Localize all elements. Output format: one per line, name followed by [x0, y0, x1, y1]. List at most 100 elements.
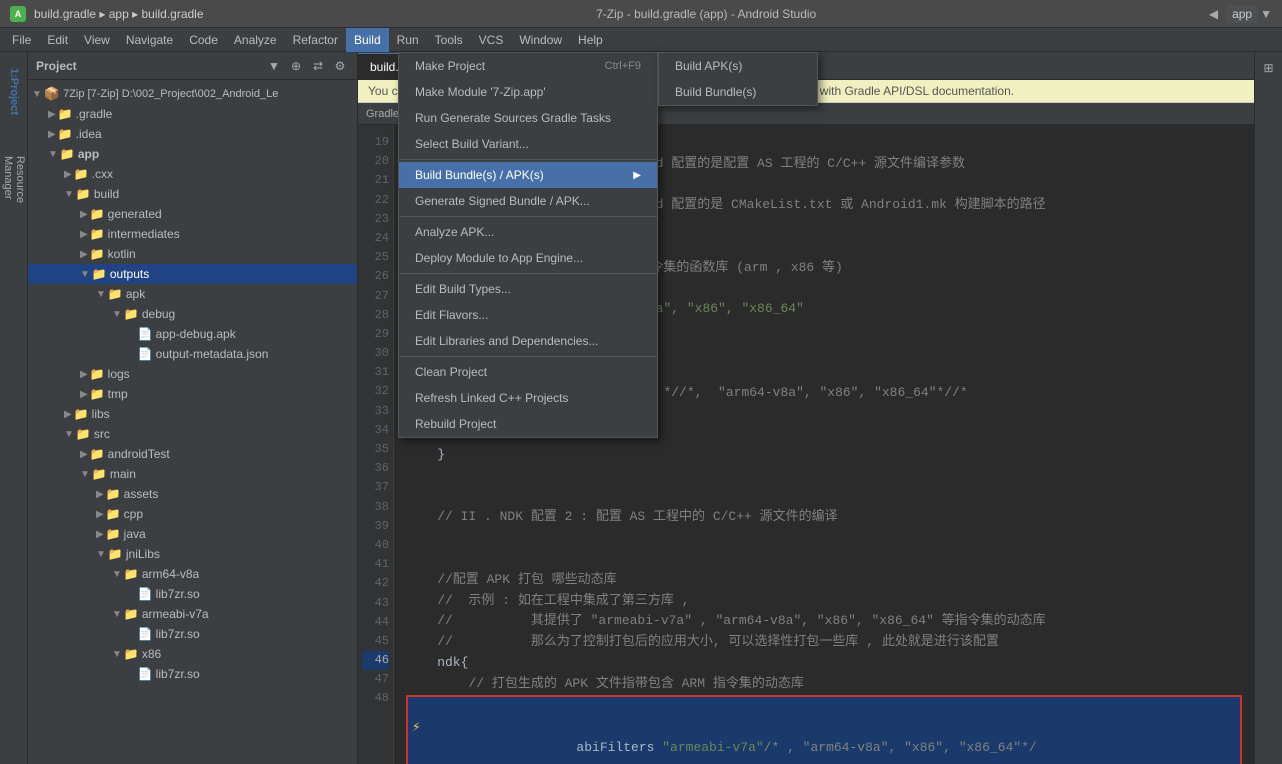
tree-logs-dir[interactable]: ▶ 📁 logs — [28, 364, 357, 384]
build-menu-sep4 — [399, 356, 657, 357]
tree-lib7zr-arm64[interactable]: ▶ 📄 lib7zr.so — [28, 584, 357, 604]
sidebar-project-label[interactable]: 1:Project — [0, 52, 28, 132]
edit-build-types-label: Edit Build Types... — [415, 282, 511, 296]
tree-gradle-dir[interactable]: ▶ 📁 .gradle — [28, 104, 357, 124]
code-line-43: // 那么为了控制打包后的应用大小, 可以选择性打包一些库 , 此处就是进行该配… — [406, 632, 1242, 653]
code-line-46: ⚡ abiFilters "armeabi-v7a"/* , "arm64-v8… — [406, 695, 1242, 764]
select-variant-label: Select Build Variant... — [415, 137, 529, 151]
build-menu-build-bundle[interactable]: Build Bundle(s) / APK(s) ▶ — [399, 162, 657, 188]
tree-root[interactable]: ▼ 📦 7Zip [7-Zip] D:\002_Project\002_Andr… — [28, 84, 357, 104]
tree-lib7zr-x86[interactable]: ▶ 📄 lib7zr.so — [28, 664, 357, 684]
submenu-build-apk[interactable]: Build APK(s) — [659, 53, 817, 79]
panel-dropdown[interactable]: ▼ — [265, 57, 283, 75]
code-line-44: ndk{ — [406, 653, 1242, 674]
menu-code[interactable]: Code — [181, 28, 226, 52]
clean-project-label: Clean Project — [415, 365, 487, 379]
gutter-warning-icon: ⚡ — [412, 717, 420, 739]
menu-view[interactable]: View — [76, 28, 118, 52]
panel-add-icon[interactable]: ⊕ — [287, 57, 305, 75]
make-project-label: Make Project — [415, 59, 485, 73]
make-module-label: Make Module '7-Zip.app' — [415, 85, 546, 99]
breadcrumb-filename: build.gradle — [141, 7, 203, 21]
menu-window[interactable]: Window — [511, 28, 570, 52]
tree-idea-dir[interactable]: ▶ 📁 .idea — [28, 124, 357, 144]
panel-title: Project — [36, 59, 261, 73]
menu-help[interactable]: Help — [570, 28, 611, 52]
menu-vcs[interactable]: VCS — [471, 28, 512, 52]
build-menu-generate-signed[interactable]: Generate Signed Bundle / APK... — [399, 188, 657, 214]
tree-cpp-dir[interactable]: ▶ 📁 cpp — [28, 504, 357, 524]
tree-arm64-dir[interactable]: ▼ 📁 arm64-v8a — [28, 564, 357, 584]
menu-refactor[interactable]: Refactor — [285, 28, 346, 52]
build-submenu: Build APK(s) Build Bundle(s) — [658, 52, 818, 106]
build-menu-edit-flavors[interactable]: Edit Flavors... — [399, 302, 657, 328]
build-menu-analyze-apk[interactable]: Analyze APK... — [399, 219, 657, 245]
build-menu-edit-build-types[interactable]: Edit Build Types... — [399, 276, 657, 302]
tree-assets-dir[interactable]: ▶ 📁 assets — [28, 484, 357, 504]
code-line-45: // 打包生成的 APK 文件指带包含 ARM 指令集的动态库 — [406, 674, 1242, 695]
tree-lib7zr-armeabi[interactable]: ▶ 📄 lib7zr.so — [28, 624, 357, 644]
app-label[interactable]: app — [1226, 5, 1258, 23]
tree-generated-dir[interactable]: ▶ 📁 generated — [28, 204, 357, 224]
nav-back[interactable]: ◀ — [1209, 7, 1218, 21]
menu-build[interactable]: Build — [346, 28, 389, 52]
refresh-linked-label: Refresh Linked C++ Projects — [415, 391, 568, 405]
tree-libs-dir[interactable]: ▶ 📁 libs — [28, 404, 357, 424]
menu-tools[interactable]: Tools — [427, 28, 471, 52]
app-dropdown[interactable]: ▼ — [1260, 7, 1272, 21]
tree-intermediates-dir[interactable]: ▶ 📁 intermediates — [28, 224, 357, 244]
tree-json-file[interactable]: ▶ 📄 output-metadata.json — [28, 344, 357, 364]
sidebar-resource-label[interactable]: Resource Manager — [0, 152, 28, 232]
build-menu: Make Project Ctrl+F9 Make Module '7-Zip.… — [398, 52, 658, 438]
tree-java-dir[interactable]: ▶ 📁 java — [28, 524, 357, 544]
build-apk-label: Build APK(s) — [675, 59, 742, 73]
tree-build-dir[interactable]: ▼ 📁 build — [28, 184, 357, 204]
tree-x86-dir[interactable]: ▼ 📁 x86 — [28, 644, 357, 664]
menu-analyze[interactable]: Analyze — [226, 28, 285, 52]
menu-navigate[interactable]: Navigate — [118, 28, 181, 52]
tree-outputs-dir[interactable]: ▼ 📁 outputs — [28, 264, 357, 284]
sidebar-right-icon-1[interactable]: ⊞ — [1257, 56, 1281, 80]
build-menu-make-module[interactable]: Make Module '7-Zip.app' — [399, 79, 657, 105]
tree-androidtest-dir[interactable]: ▶ 📁 androidTest — [28, 444, 357, 464]
build-menu-run-generate[interactable]: Run Generate Sources Gradle Tasks — [399, 105, 657, 131]
tree-apk-dir[interactable]: ▼ 📁 apk — [28, 284, 357, 304]
build-menu-refresh-linked[interactable]: Refresh Linked C++ Projects — [399, 385, 657, 411]
submenu-build-bundle[interactable]: Build Bundle(s) — [659, 79, 817, 105]
panel-settings-icon[interactable]: ⚙ — [331, 57, 349, 75]
tree-kotlin-dir[interactable]: ▶ 📁 kotlin — [28, 244, 357, 264]
build-menu-edit-libraries[interactable]: Edit Libraries and Dependencies... — [399, 328, 657, 354]
sidebar-right: ⊞ — [1254, 52, 1282, 764]
build-menu-select-variant[interactable]: Select Build Variant... — [399, 131, 657, 157]
tree-tmp-dir[interactable]: ▶ 📁 tmp — [28, 384, 357, 404]
build-menu-deploy-module[interactable]: Deploy Module to App Engine... — [399, 245, 657, 271]
panel-sync-icon[interactable]: ⇄ — [309, 57, 327, 75]
menu-edit[interactable]: Edit — [39, 28, 76, 52]
breadcrumb-gradle: build.gradle — [34, 7, 96, 21]
title-bar: A build.gradle ▸ app ▸ build.gradle 7-Zi… — [0, 0, 1282, 28]
build-menu-rebuild-project[interactable]: Rebuild Project — [399, 411, 657, 437]
code-line-35 — [406, 466, 1242, 487]
tree-main-dir[interactable]: ▼ 📁 main — [28, 464, 357, 484]
rebuild-project-label: Rebuild Project — [415, 417, 496, 431]
file-tree: ▼ 📦 7Zip [7-Zip] D:\002_Project\002_Andr… — [28, 80, 357, 764]
build-bundle-sub-label: Build Bundle(s) — [675, 85, 756, 99]
tree-armeabi-dir[interactable]: ▼ 📁 armeabi-v7a — [28, 604, 357, 624]
build-menu-clean-project[interactable]: Clean Project — [399, 359, 657, 385]
tree-app-dir[interactable]: ▼ 📁 app — [28, 144, 357, 164]
code-line-41: // 示例 : 如在工程中集成了第三方库 , — [406, 591, 1242, 612]
tree-debug-dir[interactable]: ▼ 📁 debug — [28, 304, 357, 324]
menu-file[interactable]: File — [4, 28, 39, 52]
breadcrumb-path: build.gradle ▸ app ▸ build.gradle — [34, 7, 204, 21]
build-menu-make-project[interactable]: Make Project Ctrl+F9 — [399, 53, 657, 79]
submenu-arrow-icon: ▶ — [633, 170, 641, 181]
code-line-42: // 其提供了 "armeabi-v7a" , "arm64-v8a", "x8… — [406, 611, 1242, 632]
tree-apk-file[interactable]: ▶ 📄 app-debug.apk — [28, 324, 357, 344]
menu-run[interactable]: Run — [389, 28, 427, 52]
tree-src-dir[interactable]: ▼ 📁 src — [28, 424, 357, 444]
edit-flavors-label: Edit Flavors... — [415, 308, 488, 322]
tree-cxx-dir[interactable]: ▶ 📁 .cxx — [28, 164, 357, 184]
build-menu-sep2 — [399, 216, 657, 217]
make-project-shortcut: Ctrl+F9 — [605, 60, 641, 72]
tree-jnilibs-dir[interactable]: ▼ 📁 jniLibs — [28, 544, 357, 564]
